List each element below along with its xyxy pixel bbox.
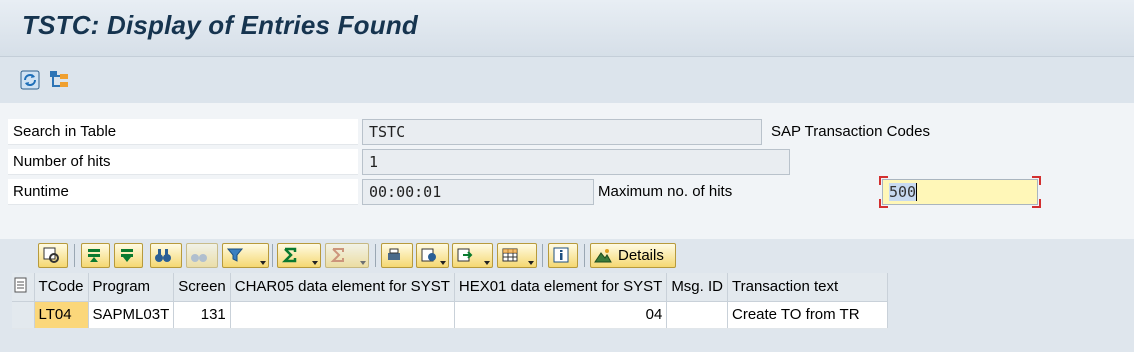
- toolbar-separator: [542, 244, 543, 267]
- export-button[interactable]: [452, 243, 493, 268]
- row-selector[interactable]: [12, 301, 35, 329]
- application-toolbar: [0, 57, 1134, 103]
- info-icon: [553, 247, 569, 263]
- dropdown-arrow-icon: [312, 261, 318, 265]
- table-row[interactable]: LT04 SAPML03T 131 04 Create TO from TR: [12, 301, 888, 329]
- subtotal-button[interactable]: [325, 243, 369, 268]
- print-preview-button[interactable]: [381, 243, 413, 268]
- find-next-icon: [191, 254, 207, 262]
- select-all-icon: [14, 277, 27, 293]
- toolbar-separator: [584, 244, 585, 267]
- sort-descending-button[interactable]: [114, 243, 143, 268]
- tcode-cell[interactable]: LT04: [34, 301, 89, 329]
- screen-cell[interactable]: 131: [173, 301, 231, 329]
- sum-icon: [281, 247, 297, 263]
- column-header[interactable]: Msg. ID: [666, 273, 728, 302]
- column-header[interactable]: TCode: [34, 273, 89, 302]
- export-icon: [457, 248, 473, 262]
- dropdown-arrow-icon: [528, 261, 534, 265]
- dropdown-arrow-icon: [360, 261, 366, 265]
- title-bar: TSTC: Display of Entries Found: [0, 0, 1134, 57]
- views-icon: [421, 248, 436, 262]
- column-header[interactable]: HEX01 data element for SYST: [454, 273, 668, 302]
- subtotal-icon: [330, 248, 344, 262]
- toolbar-separator: [74, 244, 75, 267]
- runtime-label: Runtime: [8, 179, 358, 205]
- program-cell[interactable]: SAPML03T: [88, 301, 175, 329]
- dropdown-arrow-icon: [440, 261, 446, 265]
- sort-ascending-button[interactable]: [81, 243, 110, 268]
- column-header[interactable]: Transaction text: [727, 273, 888, 302]
- search-in-table-label: Search in Table: [8, 119, 358, 145]
- max-hits-label: Maximum no. of hits: [598, 183, 733, 200]
- number-of-hits-field[interactable]: 1: [362, 149, 790, 175]
- info-button[interactable]: [548, 243, 578, 268]
- table-header-row: TCode Program Screen CHAR05 data element…: [12, 273, 888, 302]
- column-header[interactable]: Program: [88, 273, 175, 302]
- dropdown-arrow-icon: [260, 261, 266, 265]
- select-rows-button[interactable]: [38, 243, 68, 268]
- total-button[interactable]: [277, 243, 321, 268]
- search-table-description: SAP Transaction Codes: [771, 123, 930, 140]
- filter-button[interactable]: [222, 243, 269, 268]
- sort-descending-icon: [121, 249, 133, 262]
- filter-icon: [226, 248, 244, 262]
- mountain-icon: [594, 249, 612, 263]
- views-button[interactable]: [416, 243, 449, 268]
- char05-cell[interactable]: [230, 301, 455, 329]
- binoculars-icon: [155, 249, 171, 262]
- search-table-field[interactable]: TSTC: [362, 119, 762, 145]
- hierarchy-icon[interactable]: [48, 68, 72, 92]
- column-header[interactable]: CHAR05 data element for SYST: [230, 273, 455, 302]
- find-button[interactable]: [150, 243, 182, 268]
- page-title: TSTC: Display of Entries Found: [22, 10, 419, 40]
- find-next-button[interactable]: [186, 243, 218, 268]
- transaction-text-cell[interactable]: Create TO from TR: [727, 301, 888, 329]
- sort-ascending-icon: [88, 249, 100, 262]
- refresh-icon[interactable]: [18, 68, 42, 92]
- results-table: TCode Program Screen CHAR05 data element…: [12, 273, 888, 329]
- hex01-cell[interactable]: 04: [454, 301, 668, 329]
- number-of-hits-label: Number of hits: [8, 149, 358, 175]
- focus-frame: [879, 176, 1041, 208]
- select-icon: [43, 247, 59, 263]
- printer-icon: [388, 248, 400, 260]
- details-button[interactable]: Details: [590, 243, 676, 268]
- details-label: Details: [618, 247, 664, 264]
- toolbar-separator: [272, 244, 273, 267]
- msg-id-cell[interactable]: [666, 301, 728, 329]
- runtime-field[interactable]: 00:00:01: [362, 179, 594, 205]
- select-all-cell[interactable]: [12, 273, 35, 302]
- layout-button[interactable]: [497, 243, 537, 268]
- toolbar-separator: [375, 244, 376, 267]
- dropdown-arrow-icon: [484, 261, 490, 265]
- layout-grid-icon: [502, 248, 518, 262]
- column-header[interactable]: Screen: [173, 273, 231, 302]
